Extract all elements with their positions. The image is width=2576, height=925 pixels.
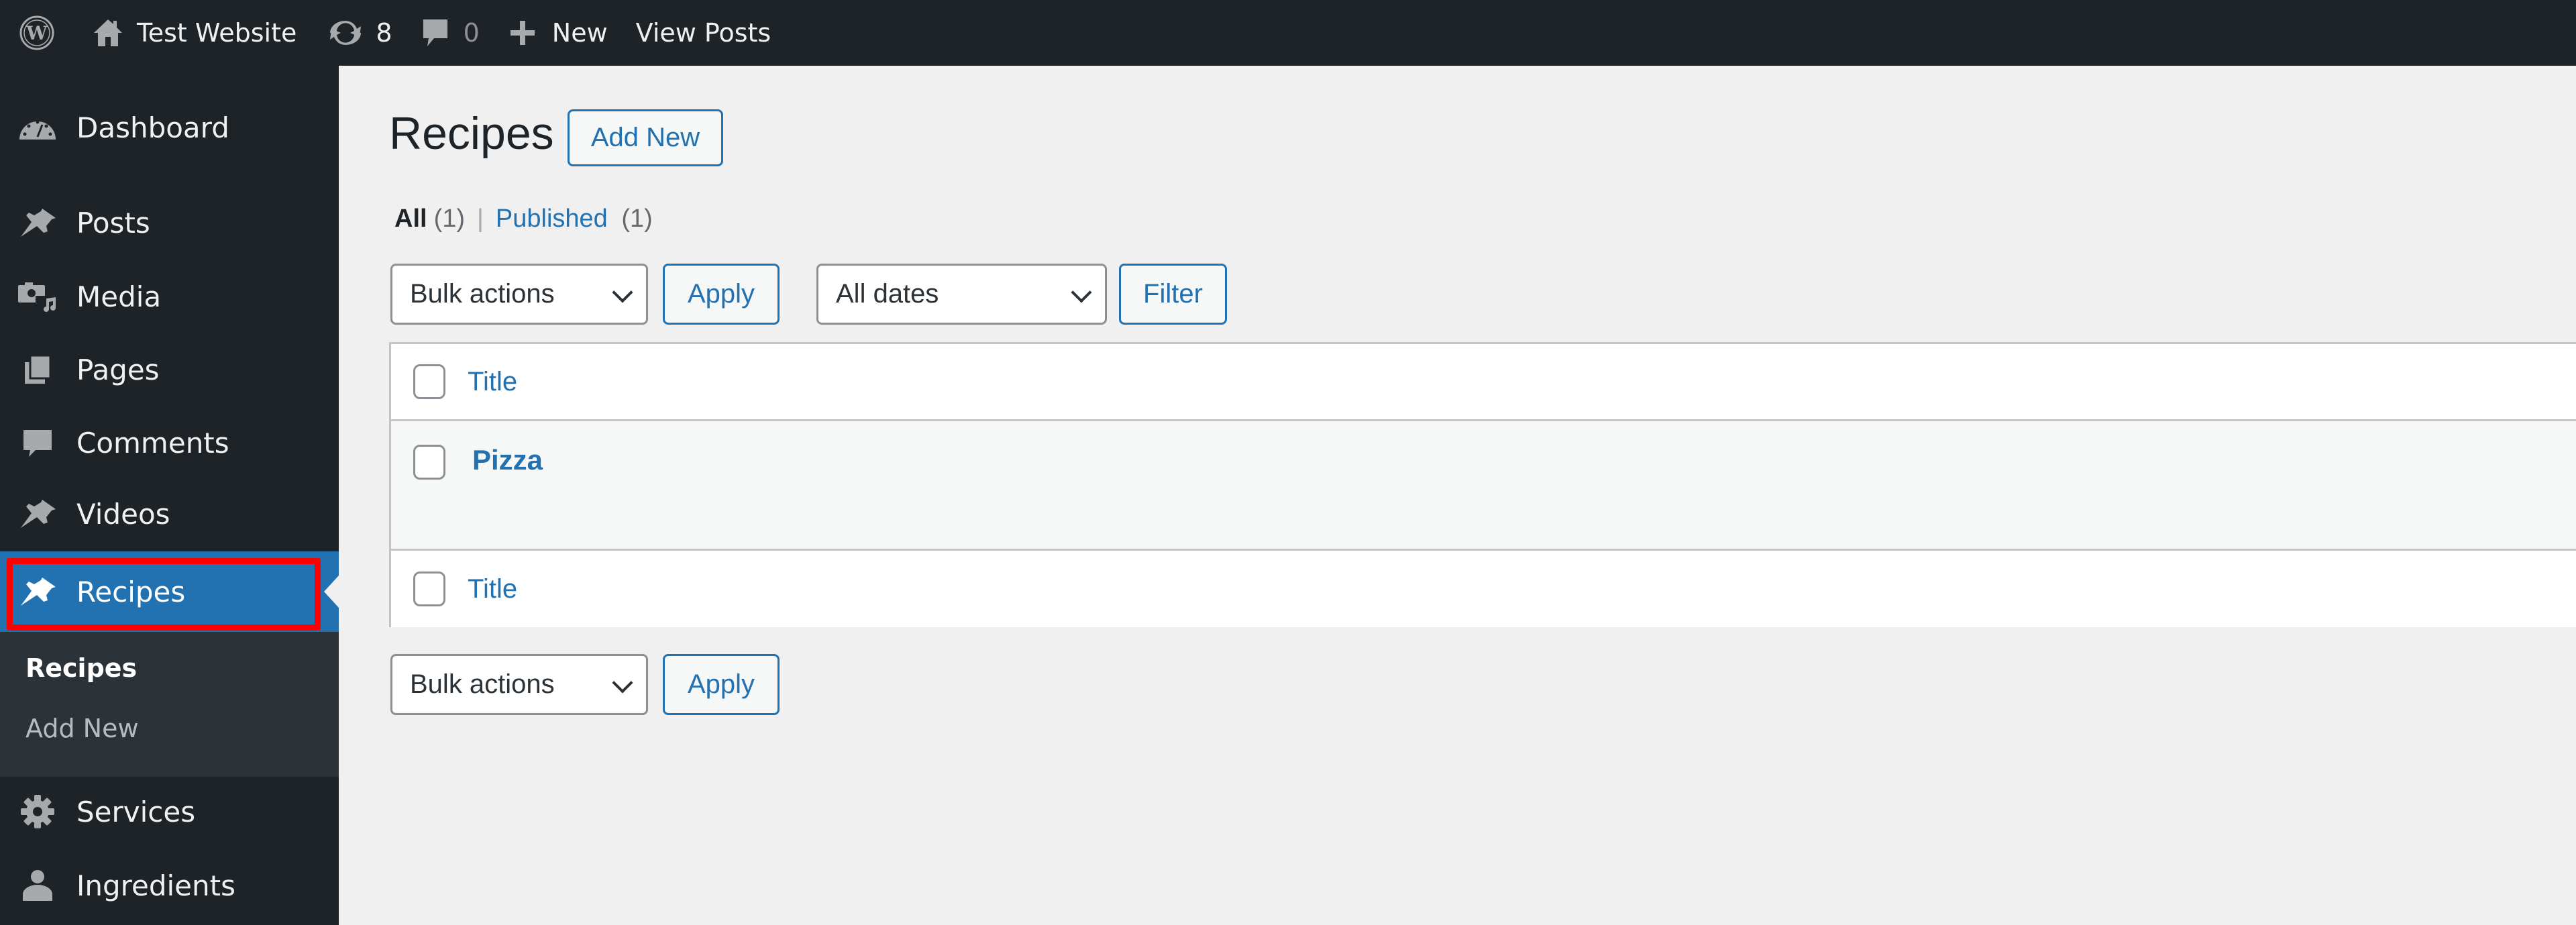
row-title-link[interactable]: Pizza [472, 444, 543, 476]
pushpin-icon [0, 207, 75, 238]
view-all-count: (1) [433, 205, 466, 233]
sidebar-item-services[interactable]: Services [0, 786, 339, 837]
main-content: Recipes Add New All (1) | Published (1) … [339, 66, 2576, 925]
admin-bar: W Test Website 8 0 New View Posts [0, 0, 2576, 66]
add-new-button[interactable]: Add New [568, 109, 723, 166]
date-filter-select[interactable]: All dates [816, 264, 1107, 325]
comments-link[interactable]: 0 [406, 0, 494, 66]
table-row: Pizza [391, 421, 2576, 551]
date-filter-value: All dates [836, 279, 939, 309]
view-all-link[interactable]: All [394, 205, 427, 233]
sidebar-item-label: Videos [76, 497, 170, 531]
sidebar-item-label: Media [76, 280, 162, 313]
new-content-menu[interactable]: New [494, 0, 623, 66]
select-all-checkbox[interactable] [413, 364, 445, 399]
bulk-actions-value: Bulk actions [410, 279, 555, 309]
sidebar-item-videos[interactable]: Videos [0, 488, 339, 539]
view-published-count: (1) [621, 205, 653, 233]
posts-table: Title Pizza Title [389, 342, 2576, 627]
view-published-link[interactable]: Published (1) [496, 205, 653, 233]
bulk-actions-select-top[interactable]: Bulk actions [390, 264, 648, 325]
sidebar-item-dashboard[interactable]: Dashboard [0, 101, 339, 154]
chevron-down-icon [612, 671, 633, 694]
submenu-item-recipes[interactable]: Recipes [25, 653, 137, 683]
site-name-link[interactable]: Test Website [74, 0, 314, 66]
svg-text:W: W [25, 22, 48, 44]
wordpress-logo-menu[interactable]: W [0, 0, 74, 66]
view-posts-link[interactable]: View Posts [623, 0, 785, 66]
sidebar-item-label: Posts [76, 206, 150, 239]
sidebar-item-label: Ingredients [76, 869, 235, 902]
bulk-actions-value: Bulk actions [410, 669, 555, 699]
sidebar-item-posts[interactable]: Posts [0, 197, 339, 248]
page-title: Recipes [389, 108, 554, 159]
sidebar-item-media[interactable]: Media [0, 271, 339, 322]
recipes-submenu: Recipes Add New [0, 632, 339, 777]
sidebar-item-ingredients[interactable]: Ingredients [0, 860, 339, 911]
table-header-row: Title [391, 344, 2576, 421]
column-header-title[interactable]: Title [468, 367, 517, 397]
sidebar-item-comments[interactable]: Comments [0, 417, 339, 468]
apply-button-top[interactable]: Apply [663, 264, 780, 325]
view-published-label: Published [495, 205, 608, 233]
sidebar-item-label: Services [76, 795, 196, 828]
bulk-actions-select-bottom[interactable]: Bulk actions [390, 654, 648, 715]
pages-icon [0, 354, 75, 385]
sidebar-item-pages[interactable]: Pages [0, 344, 339, 395]
chevron-down-icon [612, 281, 633, 303]
chevron-down-icon [1071, 281, 1092, 303]
sidebar-item-label: Recipes [76, 575, 186, 608]
updates-count: 8 [376, 18, 392, 48]
view-all-label: All [394, 205, 427, 233]
user-icon [0, 869, 75, 902]
sidebar-item-label: Dashboard [76, 111, 229, 144]
current-menu-arrow [324, 576, 339, 608]
new-label: New [551, 18, 608, 48]
home-icon [93, 17, 123, 49]
pushpin-icon [0, 575, 75, 608]
comment-icon [0, 427, 75, 458]
wordpress-logo-icon: W [19, 15, 55, 51]
view-separator: | [477, 205, 484, 233]
media-icon [0, 281, 75, 312]
submenu-item-add-new[interactable]: Add New [25, 714, 139, 743]
gear-icon [0, 794, 75, 830]
sidebar-item-recipes[interactable]: Recipes [0, 551, 339, 632]
view-posts-label: View Posts [635, 18, 771, 48]
comments-count: 0 [463, 18, 480, 48]
row-checkbox[interactable] [413, 445, 445, 480]
admin-sidebar: Dashboard Posts Media Pages Comments Vid… [0, 66, 339, 925]
filter-button[interactable]: Filter [1119, 264, 1227, 325]
site-name-label: Test Website [137, 18, 297, 48]
sidebar-item-label: Comments [76, 426, 229, 459]
column-footer-title[interactable]: Title [468, 574, 517, 604]
plus-icon [508, 18, 537, 48]
updates-link[interactable]: 8 [314, 0, 405, 66]
dashboard-icon [0, 114, 75, 141]
apply-button-bottom[interactable]: Apply [663, 654, 780, 715]
pushpin-icon [0, 498, 75, 529]
comment-icon [421, 17, 450, 49]
table-footer-row: Title [391, 551, 2576, 627]
sidebar-item-label: Pages [76, 353, 160, 386]
post-status-views: All (1) | Published (1) [394, 205, 653, 233]
updates-icon [327, 18, 364, 48]
select-all-checkbox-footer[interactable] [413, 572, 445, 606]
